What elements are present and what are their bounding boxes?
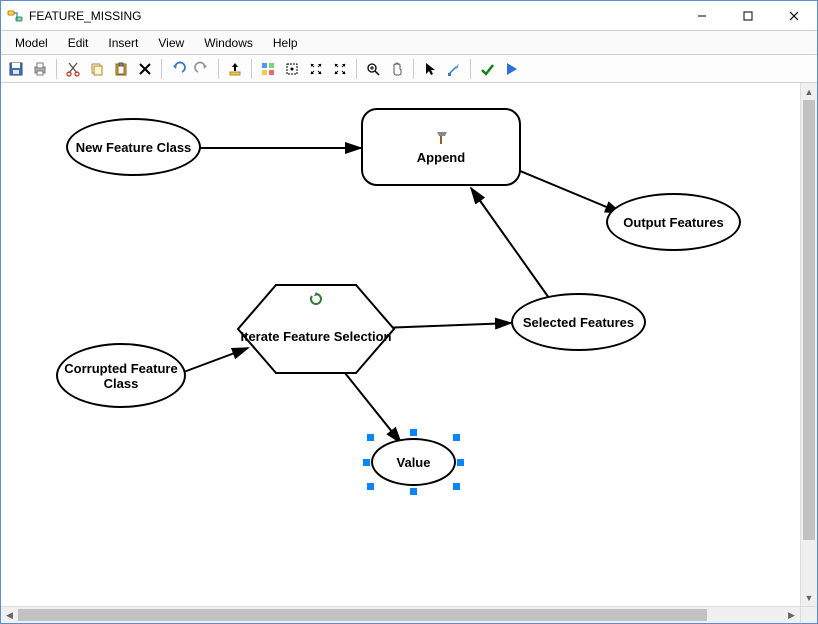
undo-icon[interactable]: [167, 58, 189, 80]
separator: [470, 59, 471, 79]
separator: [161, 59, 162, 79]
save-icon[interactable]: [5, 58, 27, 80]
scroll-corner: [800, 606, 817, 623]
node-new-feature-class[interactable]: New Feature Class: [66, 118, 201, 176]
separator: [218, 59, 219, 79]
titlebar: FEATURE_MISSING: [1, 1, 817, 31]
window-title: FEATURE_MISSING: [29, 9, 679, 23]
full-extent-icon[interactable]: [281, 58, 303, 80]
node-value[interactable]: Value: [371, 438, 456, 486]
run-icon[interactable]: [500, 58, 522, 80]
menu-model[interactable]: Model: [7, 33, 56, 53]
toolbar: [1, 55, 817, 83]
horizontal-scrollbar[interactable]: ◀ ▶: [1, 606, 800, 623]
pan-icon[interactable]: [386, 58, 408, 80]
node-label: Selected Features: [523, 315, 634, 330]
minimize-button[interactable]: [679, 1, 725, 30]
selection-handle[interactable]: [457, 459, 464, 466]
fixed-zoom-in-icon[interactable]: [305, 58, 327, 80]
iterate-icon: [308, 291, 324, 310]
print-icon[interactable]: [29, 58, 51, 80]
app-window: FEATURE_MISSING Model Edit Insert View W…: [0, 0, 818, 624]
scroll-down-icon[interactable]: ▼: [801, 589, 817, 606]
selection-handle[interactable]: [367, 483, 374, 490]
fixed-zoom-out-icon[interactable]: [329, 58, 351, 80]
delete-icon[interactable]: [134, 58, 156, 80]
scroll-left-icon[interactable]: ◀: [1, 607, 18, 623]
menu-help[interactable]: Help: [265, 33, 306, 53]
maximize-button[interactable]: [725, 1, 771, 30]
node-label: New Feature Class: [76, 140, 192, 155]
menu-insert[interactable]: Insert: [100, 33, 146, 53]
node-append[interactable]: Append: [361, 108, 521, 186]
menu-windows[interactable]: Windows: [196, 33, 261, 53]
app-icon: [7, 8, 23, 24]
node-label: Iterate Feature Selection: [236, 329, 396, 344]
menubar: Model Edit Insert View Windows Help: [1, 31, 817, 55]
zoom-in-icon[interactable]: [362, 58, 384, 80]
redo-icon[interactable]: [191, 58, 213, 80]
hammer-icon: [433, 129, 449, 148]
node-label: Corrupted Feature Class: [62, 361, 180, 391]
selection-handle[interactable]: [363, 459, 370, 466]
menu-edit[interactable]: Edit: [60, 33, 97, 53]
node-selected-features[interactable]: Selected Features: [511, 293, 646, 351]
selection-handle[interactable]: [410, 429, 417, 436]
selection-handle[interactable]: [453, 434, 460, 441]
paste-icon[interactable]: [110, 58, 132, 80]
canvas-area[interactable]: New Feature Class Append Output Features…: [1, 83, 817, 623]
selection-handle[interactable]: [453, 483, 460, 490]
separator: [413, 59, 414, 79]
connect-icon[interactable]: [443, 58, 465, 80]
separator: [56, 59, 57, 79]
node-iterate-feature-selection[interactable]: Iterate Feature Selection: [236, 283, 396, 375]
separator: [251, 59, 252, 79]
scroll-up-icon[interactable]: ▲: [801, 83, 817, 100]
menu-view[interactable]: View: [150, 33, 192, 53]
auto-layout-icon[interactable]: [257, 58, 279, 80]
close-button[interactable]: [771, 1, 817, 30]
node-label: Output Features: [623, 215, 723, 230]
separator: [356, 59, 357, 79]
scroll-right-icon[interactable]: ▶: [783, 607, 800, 623]
selection-handle[interactable]: [410, 488, 417, 495]
node-label: Append: [417, 150, 465, 165]
validate-icon[interactable]: [476, 58, 498, 80]
copy-icon[interactable]: [86, 58, 108, 80]
select-icon[interactable]: [419, 58, 441, 80]
add-data-icon[interactable]: [224, 58, 246, 80]
node-label: Value: [397, 455, 431, 470]
vertical-scrollbar[interactable]: ▲ ▼: [800, 83, 817, 606]
cut-icon[interactable]: [62, 58, 84, 80]
node-corrupted-feature-class[interactable]: Corrupted Feature Class: [56, 343, 186, 408]
node-output-features[interactable]: Output Features: [606, 193, 741, 251]
selection-handle[interactable]: [367, 434, 374, 441]
